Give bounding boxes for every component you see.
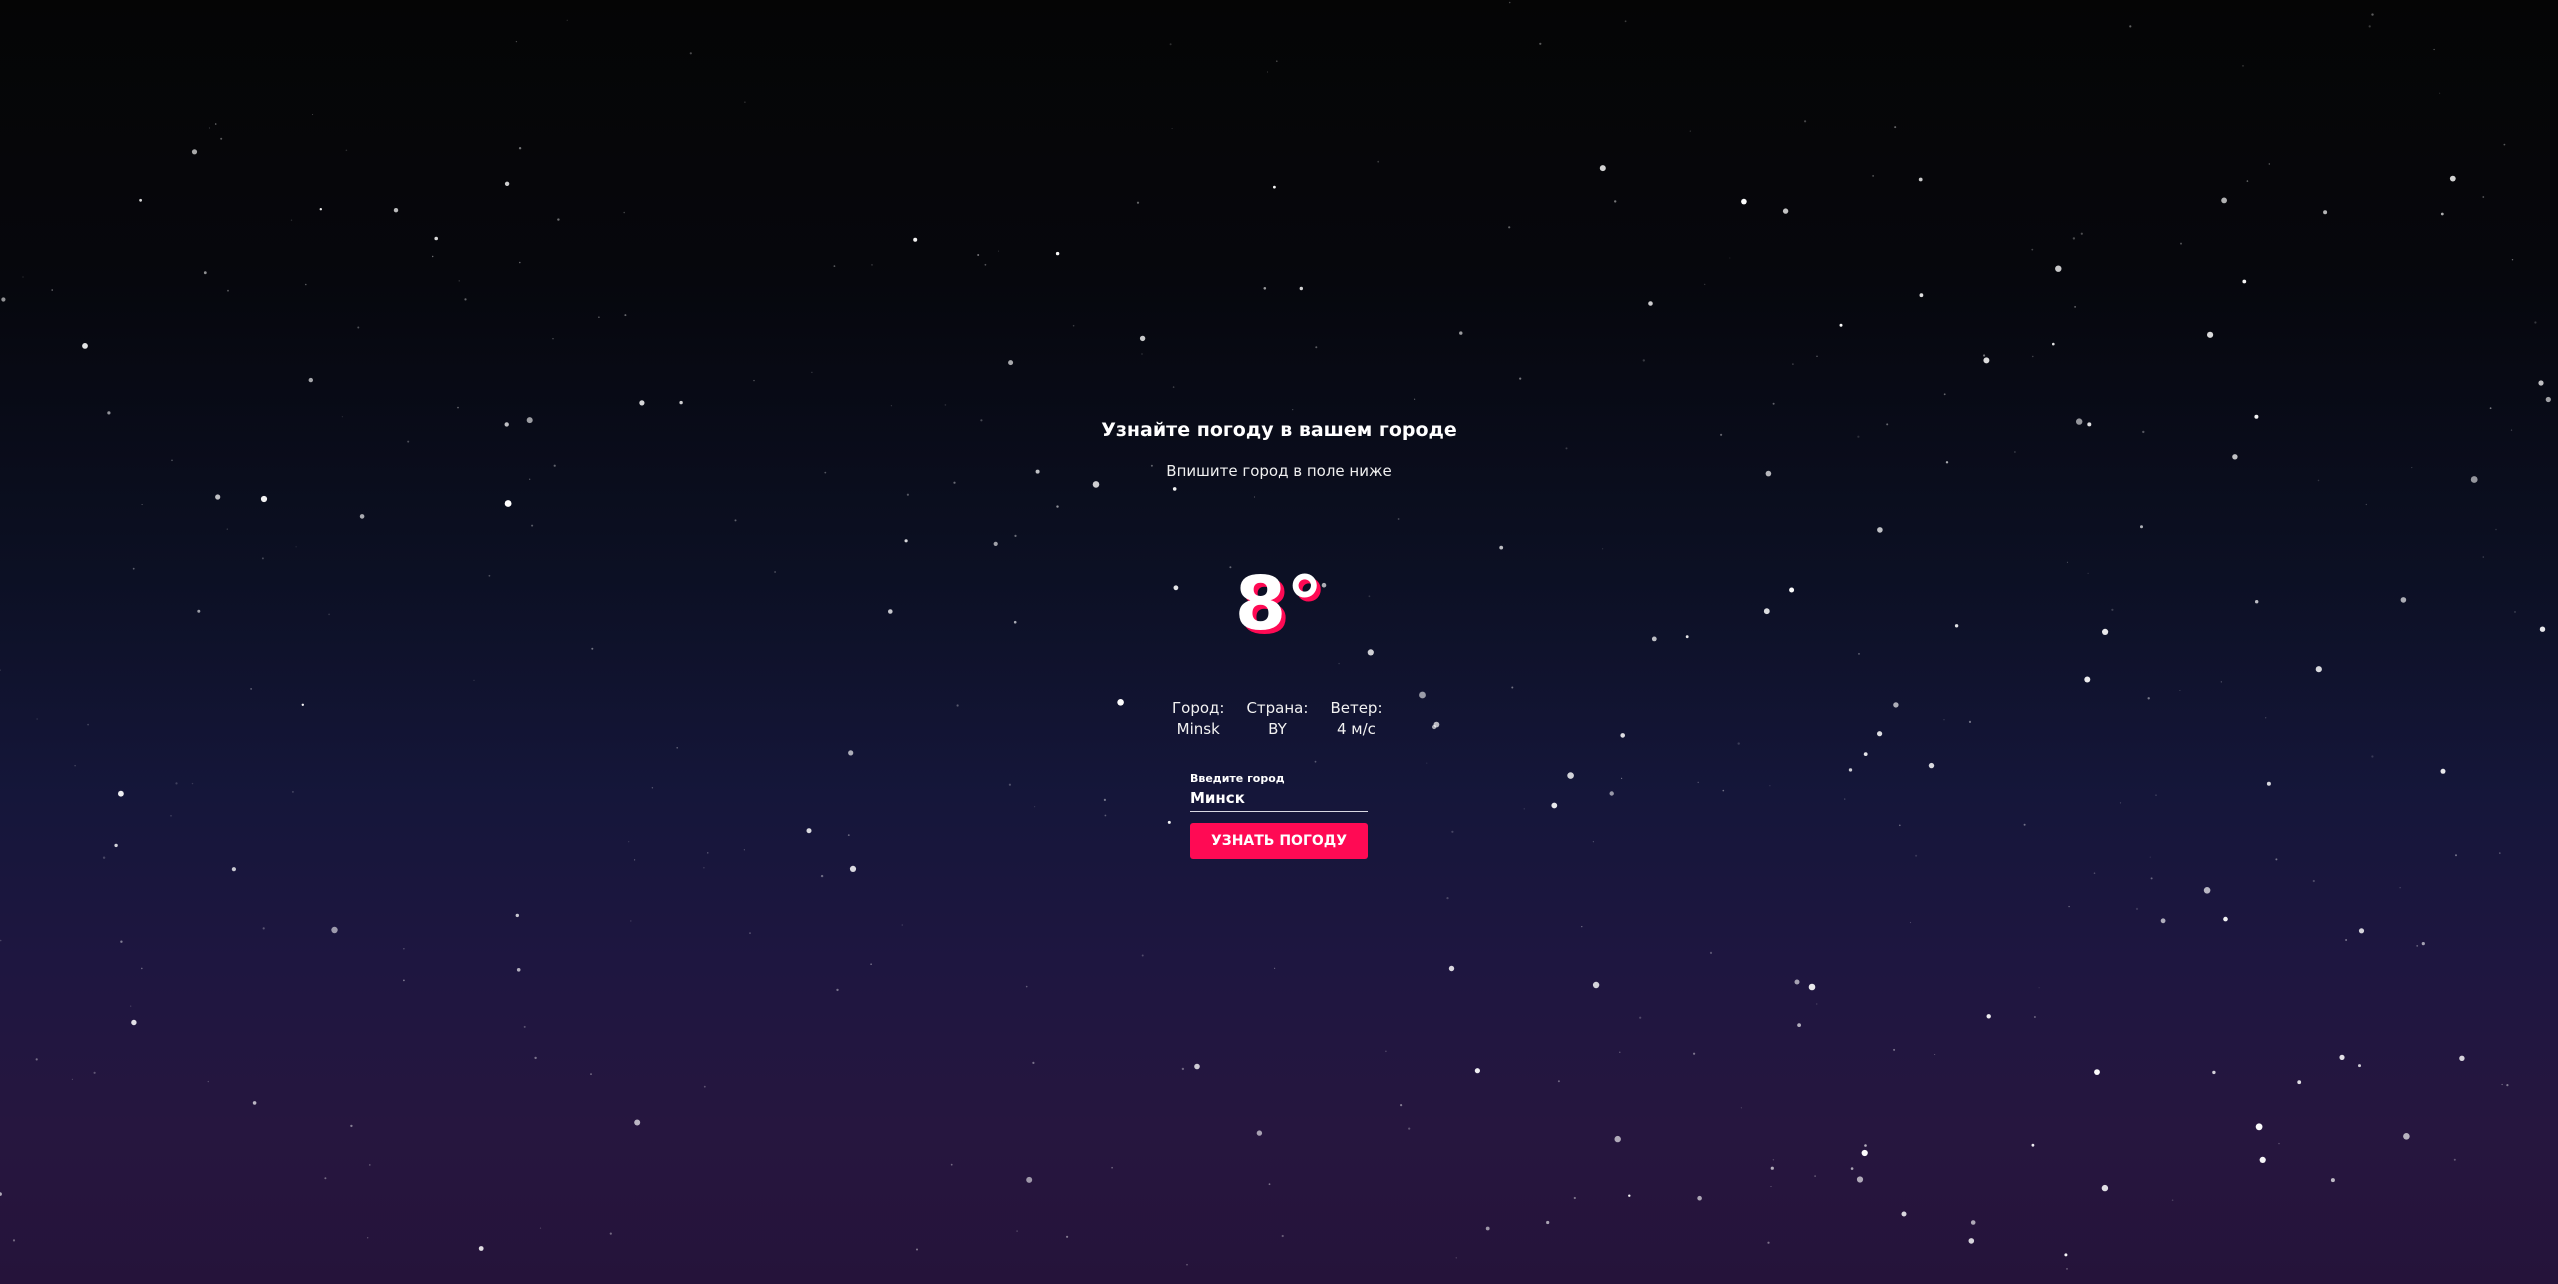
city-info: Город: Minsk <box>1172 698 1224 740</box>
weather-app: Узнайте погоду в вашем городе Впишите го… <box>0 0 2558 1284</box>
city-input-label: Введите город <box>1190 772 1285 785</box>
weather-info: Город: Minsk Страна: BY Ветер: 4 м/с <box>1172 698 1383 740</box>
wind-label: Ветер: <box>1330 699 1383 717</box>
country-label: Страна: <box>1246 699 1309 717</box>
wind-info: Ветер: 4 м/с <box>1330 698 1382 740</box>
city-value: Minsk <box>1176 720 1220 738</box>
city-form: Введите город УЗНАТЬ ПОГОДУ <box>1190 771 1368 859</box>
page-title: Узнайте погоду в вашем городе <box>1101 419 1457 441</box>
temperature-display: 8° <box>1234 561 1324 647</box>
country-info: Страна: BY <box>1246 698 1308 740</box>
city-input[interactable] <box>1190 787 1368 812</box>
wind-value: 4 м/с <box>1337 720 1376 738</box>
city-label: Город: <box>1172 699 1225 717</box>
get-weather-button[interactable]: УЗНАТЬ ПОГОДУ <box>1190 823 1368 859</box>
page-subtitle: Впишите город в поле ниже <box>1166 462 1392 480</box>
country-value: BY <box>1268 720 1287 738</box>
